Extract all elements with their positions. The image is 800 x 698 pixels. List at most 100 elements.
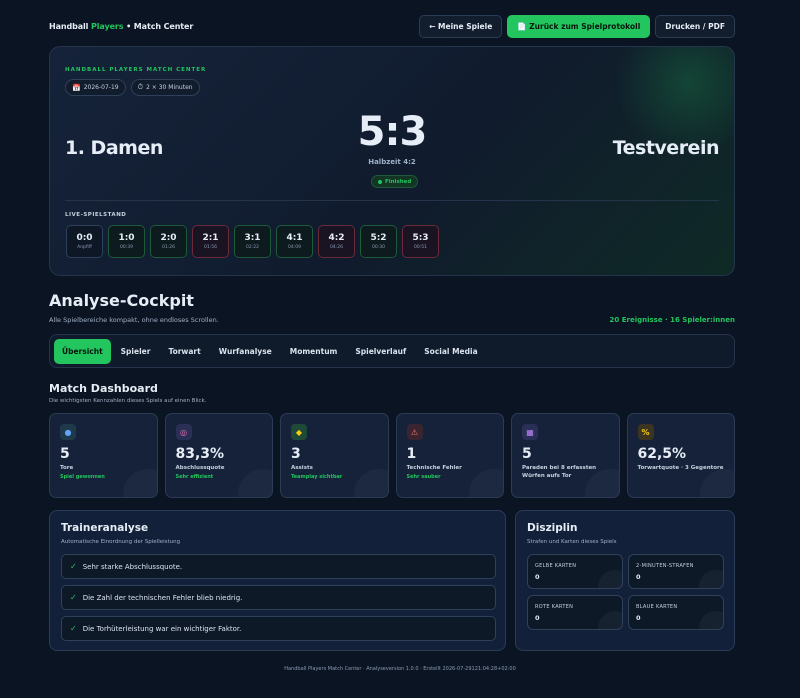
insight-item: ✓ Die Zahl der technischen Fehler blieb n… xyxy=(61,585,496,610)
brand-part-3: • Match Center xyxy=(123,21,194,31)
kpi-value: 83,3% xyxy=(175,446,225,462)
tab-momentum[interactable]: Momentum xyxy=(282,339,346,364)
goal-net-icon: ▦ xyxy=(522,424,538,440)
kpi-card-goals: ● 5 Tore Spiel gewonnen xyxy=(49,413,158,498)
red-cards-card: ROTE KARTEN 0 xyxy=(527,595,623,630)
score-tile-time: 00:39 xyxy=(120,245,133,250)
hero-divider xyxy=(65,200,719,201)
live-score-label: LIVE-SPIELSTAND xyxy=(65,212,127,218)
insight-text: Die Torhüterleistung war ein wichtiger F… xyxy=(82,624,242,633)
stopwatch-icon: ⏱ xyxy=(137,83,144,91)
kpi-label: Abschlussquote xyxy=(175,465,225,471)
top-nav: ← Meine Spiele 📄 Zurück zum Spielprotoko… xyxy=(419,14,735,38)
dashboard-title: Match Dashboard xyxy=(49,382,158,395)
yellow-cards-card: GELBE KARTEN 0 xyxy=(527,554,623,589)
match-hero: HANDBALL PLAYERS MATCH CENTER 📅 2026-07-1… xyxy=(49,46,735,276)
insight-item: ✓ Die Torhüterleistung war ein wichtiger … xyxy=(61,616,496,641)
score-tile-score: 2:1 xyxy=(202,233,219,243)
insight-text: Die Zahl der technischen Fehler blieb ni… xyxy=(82,593,243,602)
tab-goalkeeper[interactable]: Torwart xyxy=(160,339,208,364)
target-icon: ◎ xyxy=(175,424,192,440)
insight-text: Sehr starke Abschlussquote. xyxy=(82,562,183,571)
score-tile: 5:3 00:51 xyxy=(402,225,439,258)
score-tile-time: 01:56 xyxy=(204,245,217,250)
kpi-value: 1 xyxy=(406,446,417,462)
status-text: Finished xyxy=(385,178,412,185)
live-score-timeline: 0:0 Anpfiff 1:0 00:39 2:0 01:26 2:1 01:56 3:… xyxy=(66,225,439,258)
card-label: GELBE KARTEN xyxy=(535,563,577,569)
score-tile: 2:1 01:56 xyxy=(192,225,229,258)
checkmark-icon: ✓ xyxy=(70,562,77,571)
blue-cards-card: BLAUE KARTEN 0 xyxy=(628,595,724,630)
checkmark-icon: ✓ xyxy=(70,593,77,602)
kpi-value: 62,5% xyxy=(637,446,687,462)
score-tile: 5:2 00:30 xyxy=(360,225,397,258)
cockpit-title: Analyse-Cockpit xyxy=(49,291,194,310)
my-games-button[interactable]: ← Meine Spiele xyxy=(419,14,503,38)
score-tile: 4:1 04:09 xyxy=(276,225,313,258)
discipline-subtitle: Strafen und Karten dieses Spiels xyxy=(527,539,617,545)
card-label: ROTE KARTEN xyxy=(535,604,574,610)
kpi-card-goalkeeper-rate: % 62,5% Torwartquote · 3 Gegentore xyxy=(626,413,735,498)
score-tile-time: Anpfiff xyxy=(77,245,92,250)
warning-icon: ⚠ xyxy=(406,424,423,440)
score-tile: 0:0 Anpfiff xyxy=(66,225,103,258)
score-tile-score: 5:2 xyxy=(370,233,387,243)
date-text: 2026-07-19 xyxy=(83,84,119,91)
status-dot-icon xyxy=(378,179,382,184)
brand-part-1: Handball xyxy=(49,21,92,31)
duration-chip: ⏱ 2 × 30 Minuten xyxy=(130,79,200,96)
trainer-analysis-panel: Traineranalyse Automatische Einordnung d… xyxy=(49,510,506,651)
percent-icon: % xyxy=(637,424,654,440)
score-tile-time: 04:09 xyxy=(288,245,301,250)
score-tile-time: 04:26 xyxy=(330,245,343,250)
score-tile-score: 0:0 xyxy=(76,233,93,243)
score-tile-time: 02:22 xyxy=(246,245,259,250)
score-tile-time: 00:30 xyxy=(372,245,385,250)
score-tile-score: 1:0 xyxy=(118,233,135,243)
card-decoration xyxy=(700,469,734,497)
kpi-card-shot-rate: ◎ 83,3% Abschlussquote Sehr effizient xyxy=(164,413,273,498)
calendar-icon: 📅 xyxy=(72,83,81,92)
halftime-score: Halbzeit 4:2 xyxy=(368,158,416,166)
tab-overview[interactable]: Übersicht xyxy=(54,338,111,364)
checkmark-icon: ✓ xyxy=(70,624,77,633)
kpi-value: 3 xyxy=(291,446,301,462)
brand-part-2: Players xyxy=(91,21,124,31)
event-summary: 20 Ereignisse · 16 Spieler:innen xyxy=(609,316,735,324)
print-pdf-button[interactable]: Drucken / PDF xyxy=(655,14,735,38)
back-to-protocol-button[interactable]: 📄 Zurück zum Spielprotokoll xyxy=(507,14,651,38)
trainer-title: Traineranalyse xyxy=(61,522,149,534)
status-badge: Finished xyxy=(371,175,419,188)
score-tile-score: 4:1 xyxy=(286,233,303,243)
kpi-label: Torwartquote · 3 Gegentore xyxy=(637,465,724,471)
kpi-value: 5 xyxy=(60,446,70,462)
insight-item: ✓ Sehr starke Abschlussquote. xyxy=(61,554,496,579)
kpi-row: ● 5 Tore Spiel gewonnen ◎ 83,3% Abschlussquot… xyxy=(49,413,735,498)
kpi-label: Assists xyxy=(291,465,313,471)
handball-icon: ● xyxy=(60,424,76,440)
kpi-card-saves: ▦ 5 Paraden bei 8 erfassten Würfen aufs To… xyxy=(511,413,620,498)
analysis-tabs: Übersicht Spieler Torwart Wurfanalyse Mo… xyxy=(49,334,735,368)
tab-social-media[interactable]: Social Media xyxy=(416,339,485,364)
brand-title: Handball Players • Match Center xyxy=(49,22,193,31)
card-label: BLAUE KARTEN xyxy=(636,604,678,610)
score-tile-score: 5:3 xyxy=(412,233,429,243)
cockpit-subtitle: Alle Spielbereiche kompakt, ohne endlose… xyxy=(49,316,219,324)
away-team-name: Testverein xyxy=(612,137,720,159)
kpi-label: Tore xyxy=(60,465,74,471)
score-tile-score: 3:1 xyxy=(244,233,261,243)
hero-eyebrow: HANDBALL PLAYERS MATCH CENTER xyxy=(65,67,207,73)
tab-shot-analysis[interactable]: Wurfanalyse xyxy=(211,339,280,364)
handshake-icon: ◆ xyxy=(291,424,307,440)
duration-text: 2 × 30 Minuten xyxy=(146,84,193,91)
discipline-panel: Disziplin Strafen und Karten dieses Spie… xyxy=(515,510,735,651)
tab-match-flow[interactable]: Spielverlauf xyxy=(347,339,414,364)
match-meta-chips: 📅 2026-07-19 ⏱ 2 × 30 Minuten xyxy=(65,79,200,96)
score-tile-score: 4:2 xyxy=(328,233,345,243)
tab-players[interactable]: Spieler xyxy=(113,339,159,364)
score-tile: 4:2 04:26 xyxy=(318,225,355,258)
top-bar: Handball Players • Match Center ← Meine … xyxy=(49,14,735,38)
score-tile-time: 01:26 xyxy=(162,245,175,250)
discipline-title: Disziplin xyxy=(527,522,578,534)
